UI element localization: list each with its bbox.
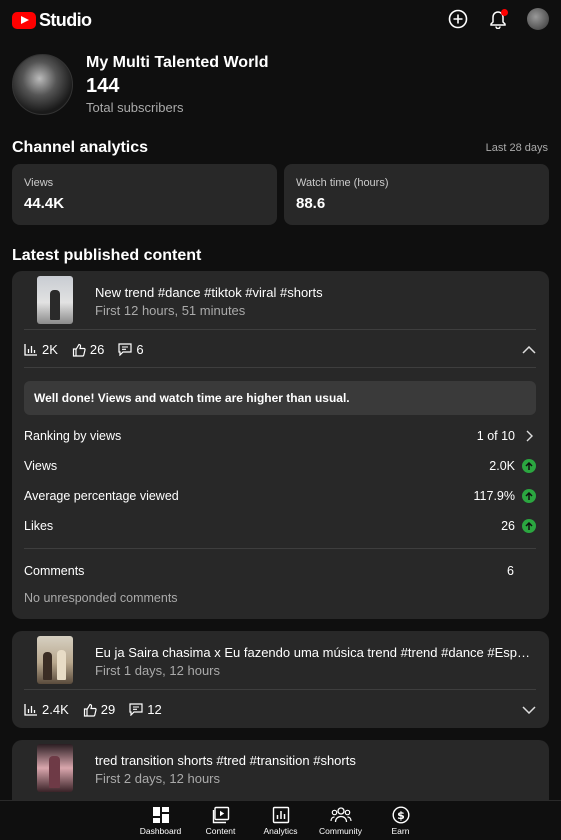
arrow-up-icon (522, 489, 536, 503)
video-age: First 2 days, 12 hours (95, 771, 220, 786)
subscriber-count: 144 (86, 75, 120, 97)
thumbs-up-icon (83, 703, 97, 717)
video-age: First 1 days, 12 hours (95, 663, 220, 678)
channel-name: My Multi Talented World (86, 54, 269, 71)
views-row: Views 2.0K (24, 459, 536, 473)
channel-avatar[interactable] (12, 54, 73, 115)
comments-metric: 12 (129, 702, 162, 717)
account-avatar[interactable] (527, 8, 549, 30)
likes-detail-value: 26 (501, 519, 515, 533)
channel-header: My Multi Talented World 144 Total subscr… (12, 54, 269, 115)
video-title: New trend #dance #tiktok #viral #shorts (95, 285, 323, 300)
video-card: Eu ja Saira chasima x Eu fazendo uma mús… (12, 631, 549, 728)
video-thumbnail (37, 276, 73, 324)
chevron-right-icon (526, 430, 533, 442)
youtube-studio-logo[interactable]: Studio (12, 10, 92, 31)
comment-icon (118, 343, 132, 356)
arrow-up-icon (522, 519, 536, 533)
notifications-bell-icon[interactable] (487, 8, 509, 30)
youtube-play-icon (12, 12, 36, 29)
nav-analytics[interactable]: Analytics (251, 801, 311, 840)
views-detail-label: Views (24, 459, 58, 473)
create-icon[interactable] (447, 8, 469, 30)
views-card[interactable]: Views 44.4K (12, 164, 277, 225)
nav-dashboard[interactable]: Dashboard (131, 801, 191, 840)
collapse-chevron-up-icon[interactable] (521, 342, 537, 358)
unresponded-comments: No unresponded comments (24, 591, 178, 605)
performance-banner: Well done! Views and watch time are high… (24, 381, 536, 415)
comments-row[interactable]: Comments 6 (24, 564, 536, 578)
community-icon (329, 806, 352, 824)
likes-metric: 26 (72, 342, 104, 357)
nav-content[interactable]: Content (191, 801, 251, 840)
video-metrics: 2K 26 6 (24, 342, 158, 357)
likes-detail-label: Likes (24, 519, 54, 533)
subscriber-label: Total subscribers (86, 100, 184, 115)
likes-row: Likes 26 (24, 519, 536, 533)
video-title: Eu ja Saira chasima x Eu fazendo uma mús… (95, 645, 537, 660)
ranking-row[interactable]: Ranking by views 1 of 10 (24, 429, 536, 443)
watch-time-card[interactable]: Watch time (hours) 88.6 (284, 164, 549, 225)
likes-metric: 29 (83, 702, 115, 717)
views-metric: 2.4K (24, 702, 69, 717)
views-detail-value: 2.0K (489, 459, 515, 473)
divider (24, 548, 536, 549)
video-row[interactable]: New trend #dance #tiktok #viral #shorts … (37, 276, 537, 324)
nav-community[interactable]: Community (311, 801, 371, 840)
comments-value: 6 (507, 564, 514, 578)
comment-icon (129, 703, 143, 716)
top-bar: Studio (0, 0, 561, 40)
thumbs-up-icon (72, 343, 86, 357)
divider (24, 329, 536, 330)
logo-text: Studio (39, 10, 92, 30)
dashboard-icon (152, 806, 170, 824)
divider (24, 367, 536, 368)
views-metric: 2K (24, 342, 58, 357)
divider (24, 689, 536, 690)
watch-time-label: Watch time (hours) (296, 177, 389, 189)
comments-metric: 6 (118, 342, 144, 357)
bottom-navigation: Dashboard Content Analytics Community $ … (0, 800, 561, 840)
avg-viewed-row: Average percentage viewed 117.9% (24, 489, 536, 503)
ranking-label: Ranking by views (24, 429, 122, 443)
arrow-up-icon (522, 459, 536, 473)
video-row[interactable]: tred transition shorts #tred #transition… (37, 744, 537, 792)
views-value: 44.4K (24, 195, 65, 212)
notification-badge (501, 9, 508, 16)
video-thumbnail (37, 636, 73, 684)
video-card-expanded: New trend #dance #tiktok #viral #shorts … (12, 271, 549, 619)
analytics-icon (272, 806, 290, 824)
video-thumbnail (37, 744, 73, 792)
video-metrics: 2.4K 29 12 (24, 702, 176, 717)
dollar-circle-icon: $ (391, 806, 410, 824)
bar-chart-icon (24, 344, 37, 356)
analytics-period: Last 28 days (485, 142, 548, 154)
video-row[interactable]: Eu ja Saira chasima x Eu fazendo uma mús… (37, 636, 537, 684)
comments-label: Comments (24, 564, 85, 578)
views-label: Views (24, 177, 54, 189)
bar-chart-icon (24, 704, 37, 716)
video-age: First 12 hours, 51 minutes (95, 303, 246, 318)
channel-analytics-title: Channel analytics (12, 139, 149, 156)
nav-earn[interactable]: $ Earn (371, 801, 431, 840)
ranking-value: 1 of 10 (476, 429, 515, 443)
avg-viewed-value: 117.9% (473, 489, 515, 503)
latest-content-title: Latest published content (12, 247, 202, 264)
svg-text:$: $ (397, 809, 405, 822)
video-title: tred transition shorts #tred #transition… (95, 753, 356, 768)
expand-chevron-down-icon[interactable] (521, 702, 537, 718)
content-icon (212, 806, 230, 824)
avg-viewed-label: Average percentage viewed (24, 489, 179, 503)
watch-time-value: 88.6 (296, 195, 326, 212)
